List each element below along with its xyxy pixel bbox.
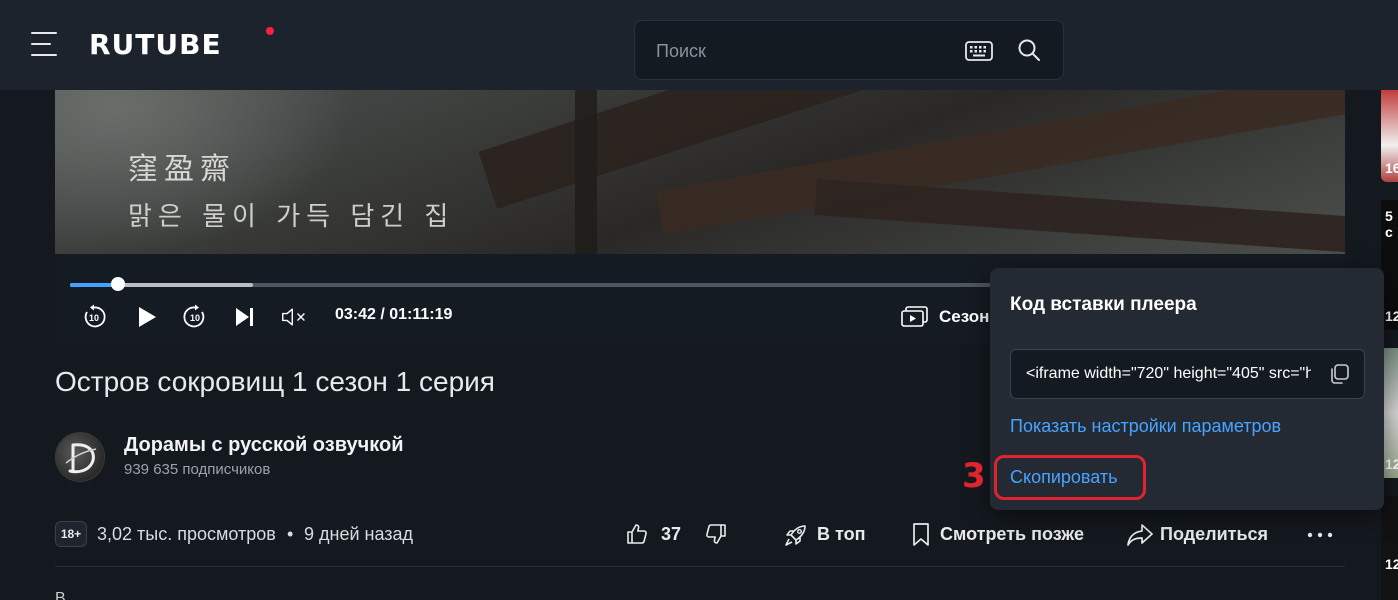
playback-time: 03:42 / 01:11:19 bbox=[335, 306, 453, 323]
video-subtitle-hanja: 窪盈齋 bbox=[128, 152, 236, 187]
volume-muted-icon[interactable] bbox=[281, 304, 307, 330]
thumbs-down-icon bbox=[706, 524, 726, 544]
video-title: Остров сокровищ 1 сезон 1 серия bbox=[55, 366, 495, 397]
channel-name[interactable]: Дорамы с русской озвучкой bbox=[124, 434, 403, 457]
next-episode-icon[interactable] bbox=[232, 304, 258, 330]
more-options-button[interactable] bbox=[1305, 520, 1335, 548]
age-rating-badge: 18+ bbox=[55, 521, 87, 547]
logo-dot bbox=[266, 27, 274, 35]
share-label: Поделиться bbox=[1160, 524, 1269, 544]
search-bar bbox=[634, 20, 1064, 80]
rocket-icon bbox=[785, 525, 806, 546]
video-frame[interactable]: 窪盈齋 맑은 물이 가득 담긴 집 bbox=[55, 90, 1345, 254]
copy-button[interactable]: Скопировать bbox=[1010, 467, 1118, 488]
progress-handle[interactable] bbox=[111, 277, 126, 291]
promote-top-button[interactable]: В топ bbox=[783, 520, 873, 548]
forward-10-icon[interactable]: 10 bbox=[182, 304, 208, 330]
copy-icon[interactable] bbox=[1328, 363, 1350, 385]
subscriber-count: 939 635 подписчиков bbox=[124, 461, 271, 478]
embed-code-field[interactable]: <iframe width="720" height="405" src="ht… bbox=[1010, 349, 1365, 399]
share-icon bbox=[1127, 524, 1153, 546]
embed-code-text[interactable]: <iframe width="720" height="405" src="ht… bbox=[1026, 365, 1311, 383]
related-video-thumb[interactable]: 12 bbox=[1381, 496, 1398, 600]
play-icon[interactable] bbox=[134, 304, 160, 330]
show-settings-link[interactable]: Показать настройки параметров bbox=[1010, 416, 1281, 437]
separator-dot: • bbox=[287, 524, 294, 544]
dislike-button[interactable] bbox=[704, 520, 730, 548]
more-icon bbox=[1307, 532, 1333, 538]
svg-text:10: 10 bbox=[89, 313, 99, 323]
search-icon[interactable] bbox=[1017, 38, 1041, 62]
channel-logo-icon bbox=[65, 443, 97, 474]
svg-text:10: 10 bbox=[190, 313, 200, 323]
watch-later-button[interactable]: Смотреть позже bbox=[910, 520, 1090, 548]
keyboard-icon[interactable] bbox=[965, 41, 993, 61]
seasons-icon bbox=[901, 306, 928, 327]
popup-title: Код вставки плеера bbox=[1010, 294, 1197, 315]
channel-avatar[interactable] bbox=[55, 432, 105, 482]
promote-top-label: В топ bbox=[817, 524, 866, 544]
publish-date: 9 дней назад bbox=[304, 524, 414, 544]
watch-later-label: Смотреть позже bbox=[940, 524, 1084, 544]
view-count: 3,02 тыс. просмотров bbox=[97, 524, 276, 544]
description: В bbox=[55, 590, 66, 600]
annotation-step-number: 3 bbox=[962, 456, 986, 496]
progress-bar[interactable] bbox=[70, 283, 1000, 287]
like-button[interactable]: 37 bbox=[625, 520, 685, 548]
search-input[interactable] bbox=[656, 39, 956, 63]
rewind-10-icon[interactable]: 10 bbox=[81, 304, 107, 330]
divider bbox=[55, 566, 1345, 567]
thumbs-up-icon bbox=[627, 524, 647, 544]
menu-icon[interactable] bbox=[31, 32, 59, 58]
top-header: RUTUBE bbox=[0, 0, 1398, 90]
bookmark-icon bbox=[913, 523, 929, 546]
share-button[interactable]: Поделиться bbox=[1126, 520, 1268, 548]
video-subtitle-korean: 맑은 물이 가득 담긴 집 bbox=[128, 202, 455, 232]
embed-code-popup: Код вставки плеера <iframe width="720" h… bbox=[990, 268, 1384, 510]
like-count: 37 bbox=[661, 524, 682, 544]
rutube-logo[interactable]: RUTUBE bbox=[89, 28, 222, 62]
related-video-thumb[interactable]: 16 bbox=[1381, 90, 1398, 182]
